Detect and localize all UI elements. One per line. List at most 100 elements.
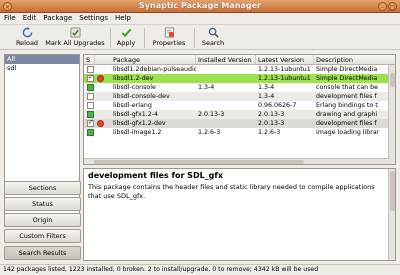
package-name: libsdl-gfx1.2-dev: [113, 120, 166, 127]
toolbar-separator: [110, 28, 111, 48]
maximize-icon[interactable]: □: [388, 2, 397, 11]
latest-version: 1.3-4: [258, 93, 275, 100]
column-header-latest-version[interactable]: Latest Version: [256, 55, 314, 65]
properties-icon: [164, 27, 174, 38]
scroll-thumb[interactable]: [390, 171, 395, 211]
search-icon: [208, 27, 219, 38]
filter-item-all[interactable]: All: [5, 55, 79, 64]
package-description: Simple DirectMedia: [316, 75, 378, 82]
column-header-description[interactable]: Description: [314, 55, 395, 65]
installed-version: [196, 92, 256, 101]
package-name: libsdl-image1.2: [113, 129, 162, 136]
mark-all-upgrades-button[interactable]: Mark All Upgrades: [44, 27, 106, 49]
apply-label: Apply: [116, 39, 136, 47]
table-row[interactable]: libsdl-gfx1.2-4 2.0.13-3 2.0.13-3 drawin…: [84, 110, 395, 119]
package-description: console that can be: [316, 84, 379, 91]
vertical-scrollbar[interactable]: [388, 65, 395, 164]
installed-version: [196, 65, 256, 74]
package-name: libsdl1.2debian-pulseaudio: [113, 66, 196, 73]
column-header-installed-version[interactable]: Installed Version: [196, 55, 256, 65]
origin-button[interactable]: Origin: [4, 213, 81, 227]
status-checkbox[interactable]: [87, 66, 94, 73]
package-description: Erlang bindings to t: [316, 102, 378, 109]
latest-version: 1.3-4: [258, 84, 275, 91]
vertical-scrollbar[interactable]: [388, 169, 395, 260]
search-button[interactable]: Search: [200, 27, 226, 49]
status-checkbox[interactable]: [87, 73, 94, 82]
detail-title: development files for SDL_gfx: [88, 171, 224, 180]
package-table: S Package Installed Version Latest Versi…: [83, 54, 396, 165]
installed-version: [196, 101, 256, 110]
package-description: image loading librar: [316, 129, 380, 136]
table-row[interactable]: libsdl-gfx1.2-dev 2.0.13-3 development f…: [84, 118, 395, 128]
installed-version: 2.0.13-3: [198, 111, 225, 118]
installed-status-icon[interactable]: [87, 84, 94, 91]
latest-version: 2.0.13-3: [258, 111, 285, 118]
window-title: Synaptic Package Manager: [139, 1, 261, 10]
package-name: libsdl-erlang: [113, 102, 152, 109]
latest-version: 0.96.0626-7: [258, 102, 297, 109]
toolbar-separator: [144, 28, 145, 48]
package-name: libsdl-console-dev: [113, 93, 170, 100]
table-header: S Package Installed Version Latest Versi…: [84, 55, 395, 65]
installed-version: 1.3-4: [198, 84, 215, 91]
table-row[interactable]: libsdl1.2-dev 1.2.13-1ubuntu1 Simple Dir…: [84, 73, 395, 83]
ubuntu-upgrade-icon: [97, 75, 104, 82]
detail-description: This package contains the header files a…: [88, 183, 375, 200]
toolbar-separator: [194, 28, 195, 48]
latest-version: 2.0.13-3: [258, 120, 285, 127]
menu-edit[interactable]: Edit: [23, 13, 37, 24]
menu-file[interactable]: File: [4, 13, 16, 24]
column-header-package[interactable]: Package: [111, 55, 196, 65]
column-header-status[interactable]: S: [84, 55, 95, 65]
table-row[interactable]: libsdl-image1.2 1.2.6-3 1.2.6-3 image lo…: [84, 128, 395, 137]
properties-button[interactable]: Properties: [150, 27, 188, 49]
package-name: libsdl-console: [113, 84, 156, 91]
custom-filters-button[interactable]: Custom Filters: [4, 229, 81, 243]
horizontal-scrollbar[interactable]: [84, 158, 390, 164]
ubuntu-upgrade-icon: [97, 120, 104, 127]
menu-bar: File Edit Package Settings Help: [0, 13, 400, 24]
upgrade-icon: [69, 27, 81, 38]
installed-status-icon[interactable]: [87, 129, 94, 136]
package-name: libsdl-gfx1.2-4: [113, 111, 159, 118]
package-description: development files f: [316, 120, 377, 127]
table-row[interactable]: libsdl-console-dev 1.3-4 development fil…: [84, 92, 395, 101]
menu-package[interactable]: Package: [43, 13, 72, 24]
package-description: Simple DirectMedia: [316, 66, 378, 73]
scroll-thumb[interactable]: [94, 160, 304, 164]
package-description: drawing and graphi: [316, 111, 378, 118]
menu-help[interactable]: Help: [115, 13, 131, 24]
table-row[interactable]: libsdl1.2debian-pulseaudio 1.2.13-1ubunt…: [84, 65, 395, 74]
properties-label: Properties: [152, 39, 186, 47]
apply-button[interactable]: Apply: [112, 27, 140, 49]
installed-status-icon[interactable]: [87, 111, 94, 118]
table-row[interactable]: libsdl-console 1.3-4 1.3-4 console that …: [84, 83, 395, 92]
menu-settings[interactable]: Settings: [79, 13, 108, 24]
scroll-thumb[interactable]: [390, 73, 395, 87]
installed-version: [196, 74, 256, 83]
latest-version: 1.2.6-3: [258, 129, 281, 136]
toolbar: Reload Mark All Upgrades Apply Propertie…: [0, 24, 400, 50]
status-checkbox[interactable]: [87, 118, 94, 127]
package-detail-pane: development files for SDL_gfx This packa…: [83, 168, 396, 261]
status-checkbox[interactable]: [87, 102, 94, 109]
apply-check-icon: [121, 28, 131, 38]
reload-label: Reload: [15, 39, 39, 47]
search-results-button[interactable]: Search Results: [4, 246, 81, 260]
sections-button[interactable]: Sections: [4, 181, 81, 195]
mark-all-upgrades-label: Mark All Upgrades: [45, 39, 105, 47]
table-row[interactable]: libsdl-erlang 0.96.0626-7 Erlang binding…: [84, 101, 395, 110]
status-button[interactable]: Status: [4, 197, 81, 211]
reload-icon: [22, 27, 32, 38]
filter-item-sdl[interactable]: sdl: [5, 64, 79, 73]
package-description: development files f: [316, 93, 377, 100]
reload-button[interactable]: Reload: [10, 27, 44, 49]
installed-version: [196, 119, 256, 128]
search-label: Search: [201, 39, 225, 47]
package-name: libsdl1.2-dev: [113, 75, 154, 82]
minimize-icon[interactable]: –: [378, 2, 387, 11]
latest-version: 1.2.13-1ubuntu1: [258, 75, 311, 82]
status-checkbox[interactable]: [87, 93, 94, 100]
installed-version: 1.2.6-3: [198, 129, 221, 136]
